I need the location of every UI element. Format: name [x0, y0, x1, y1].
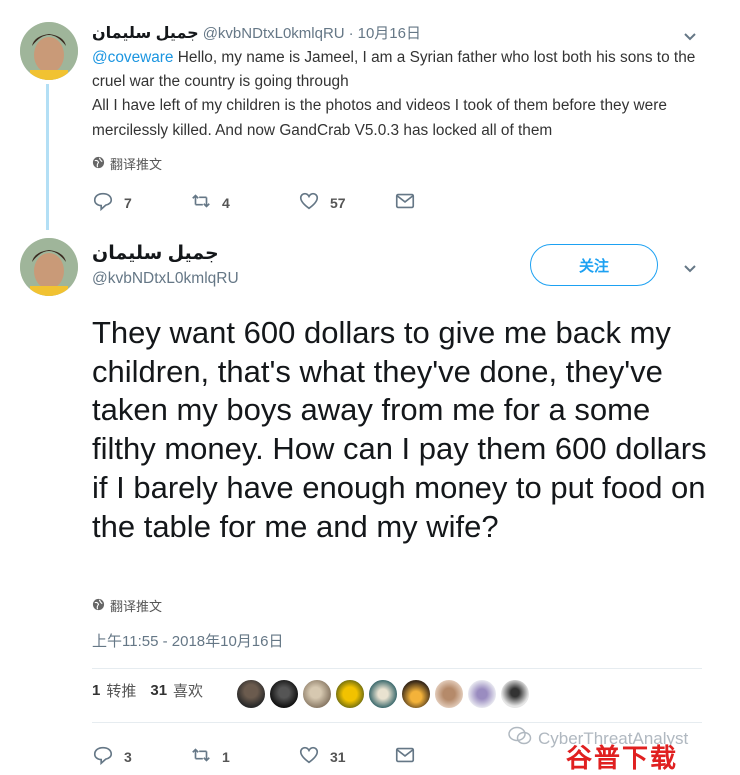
dm-button[interactable] — [394, 190, 416, 215]
separator: · — [348, 25, 354, 42]
reply-tweet[interactable]: جميل سليمان @kvbNDtxL0kmlqRU · 10月16日 @c… — [0, 0, 740, 230]
like-count: 31 — [330, 748, 346, 765]
reply-button[interactable]: 7 — [92, 190, 190, 215]
tweet-actions: 7 4 57 — [92, 190, 416, 215]
liker-avatar[interactable] — [269, 679, 299, 709]
translate-label: 翻译推文 — [110, 157, 163, 172]
likes-label[interactable]: 喜欢 — [173, 680, 203, 701]
like-button[interactable]: 31 — [298, 744, 394, 769]
liker-avatar[interactable] — [500, 679, 530, 709]
translate-link[interactable]: 翻译推文 — [92, 154, 162, 173]
tweet-stats: 1 转推 31 喜欢 — [92, 680, 217, 701]
avatar[interactable] — [20, 22, 78, 80]
liker-avatar[interactable] — [236, 679, 266, 709]
chevron-down-icon[interactable] — [680, 26, 700, 46]
chevron-down-icon[interactable] — [680, 258, 700, 278]
like-icon — [298, 190, 320, 215]
liker-avatar[interactable] — [467, 679, 497, 709]
dm-icon — [394, 190, 416, 215]
wechat-icon — [508, 726, 532, 751]
tweet-actions: 3 1 31 — [92, 744, 416, 769]
watermark-brand: 谷普下载 — [566, 743, 679, 773]
tweet-text: @coveware Hello, my name is Jameel, I am… — [92, 46, 712, 143]
retweet-button[interactable]: 4 — [190, 190, 298, 215]
display-name[interactable]: جميل سليمان — [92, 242, 219, 265]
reply-count: 3 — [124, 748, 132, 765]
globe-icon — [92, 156, 105, 172]
retweets-count[interactable]: 1 — [92, 682, 100, 699]
reply-icon — [92, 744, 114, 769]
retweet-count: 1 — [222, 748, 230, 765]
translate-label: 翻译推文 — [110, 599, 163, 614]
dm-button[interactable] — [394, 744, 416, 769]
tweet-timestamp[interactable]: 上午11:55 - 2018年10月16日 — [92, 630, 284, 651]
like-button[interactable]: 57 — [298, 190, 394, 215]
retweet-button[interactable]: 1 — [190, 744, 298, 769]
tweet-text: They want 600 dollars to give me back my… — [92, 315, 707, 544]
liker-avatar[interactable] — [401, 679, 431, 709]
reply-button[interactable]: 3 — [92, 744, 190, 769]
user-handle[interactable]: @kvbNDtxL0kmlqRU — [92, 270, 239, 288]
liker-avatar[interactable] — [368, 679, 398, 709]
liker-avatar[interactable] — [434, 679, 464, 709]
reply-count: 7 — [124, 194, 132, 211]
liker-avatar[interactable] — [335, 679, 365, 709]
retweet-icon — [190, 190, 212, 215]
likes-count[interactable]: 31 — [150, 682, 167, 699]
display-name[interactable]: جميل سليمان — [92, 23, 199, 43]
follow-button[interactable]: 关注 — [530, 244, 658, 286]
user-handle[interactable]: @kvbNDtxL0kmlqRU — [203, 25, 345, 42]
divider — [92, 668, 702, 669]
globe-icon — [92, 598, 105, 614]
liker-avatar[interactable] — [302, 679, 332, 709]
divider — [92, 722, 702, 723]
tweet-body: Hello, my name is Jameel, I am a Syrian … — [92, 49, 696, 139]
like-icon — [298, 744, 320, 769]
translate-link[interactable]: 翻译推文 — [92, 596, 162, 615]
retweet-icon — [190, 744, 212, 769]
dm-icon — [394, 744, 416, 769]
tweet-date[interactable]: 10月16日 — [358, 22, 421, 43]
like-count: 57 — [330, 194, 346, 211]
liker-avatars — [236, 679, 530, 709]
retweets-label[interactable]: 转推 — [106, 680, 136, 701]
watermark: CyberThreatAnalyst 谷普下载 — [508, 726, 688, 773]
tweet-header: جميل سليمان @kvbNDtxL0kmlqRU · 10月16日 — [92, 22, 421, 43]
retweet-count: 4 — [222, 194, 230, 211]
avatar[interactable] — [20, 238, 78, 296]
main-tweet: جميل سليمان @kvbNDtxL0kmlqRU 关注 They wan… — [0, 230, 740, 775]
reply-icon — [92, 190, 114, 215]
mention-link[interactable]: @coveware — [92, 49, 174, 66]
